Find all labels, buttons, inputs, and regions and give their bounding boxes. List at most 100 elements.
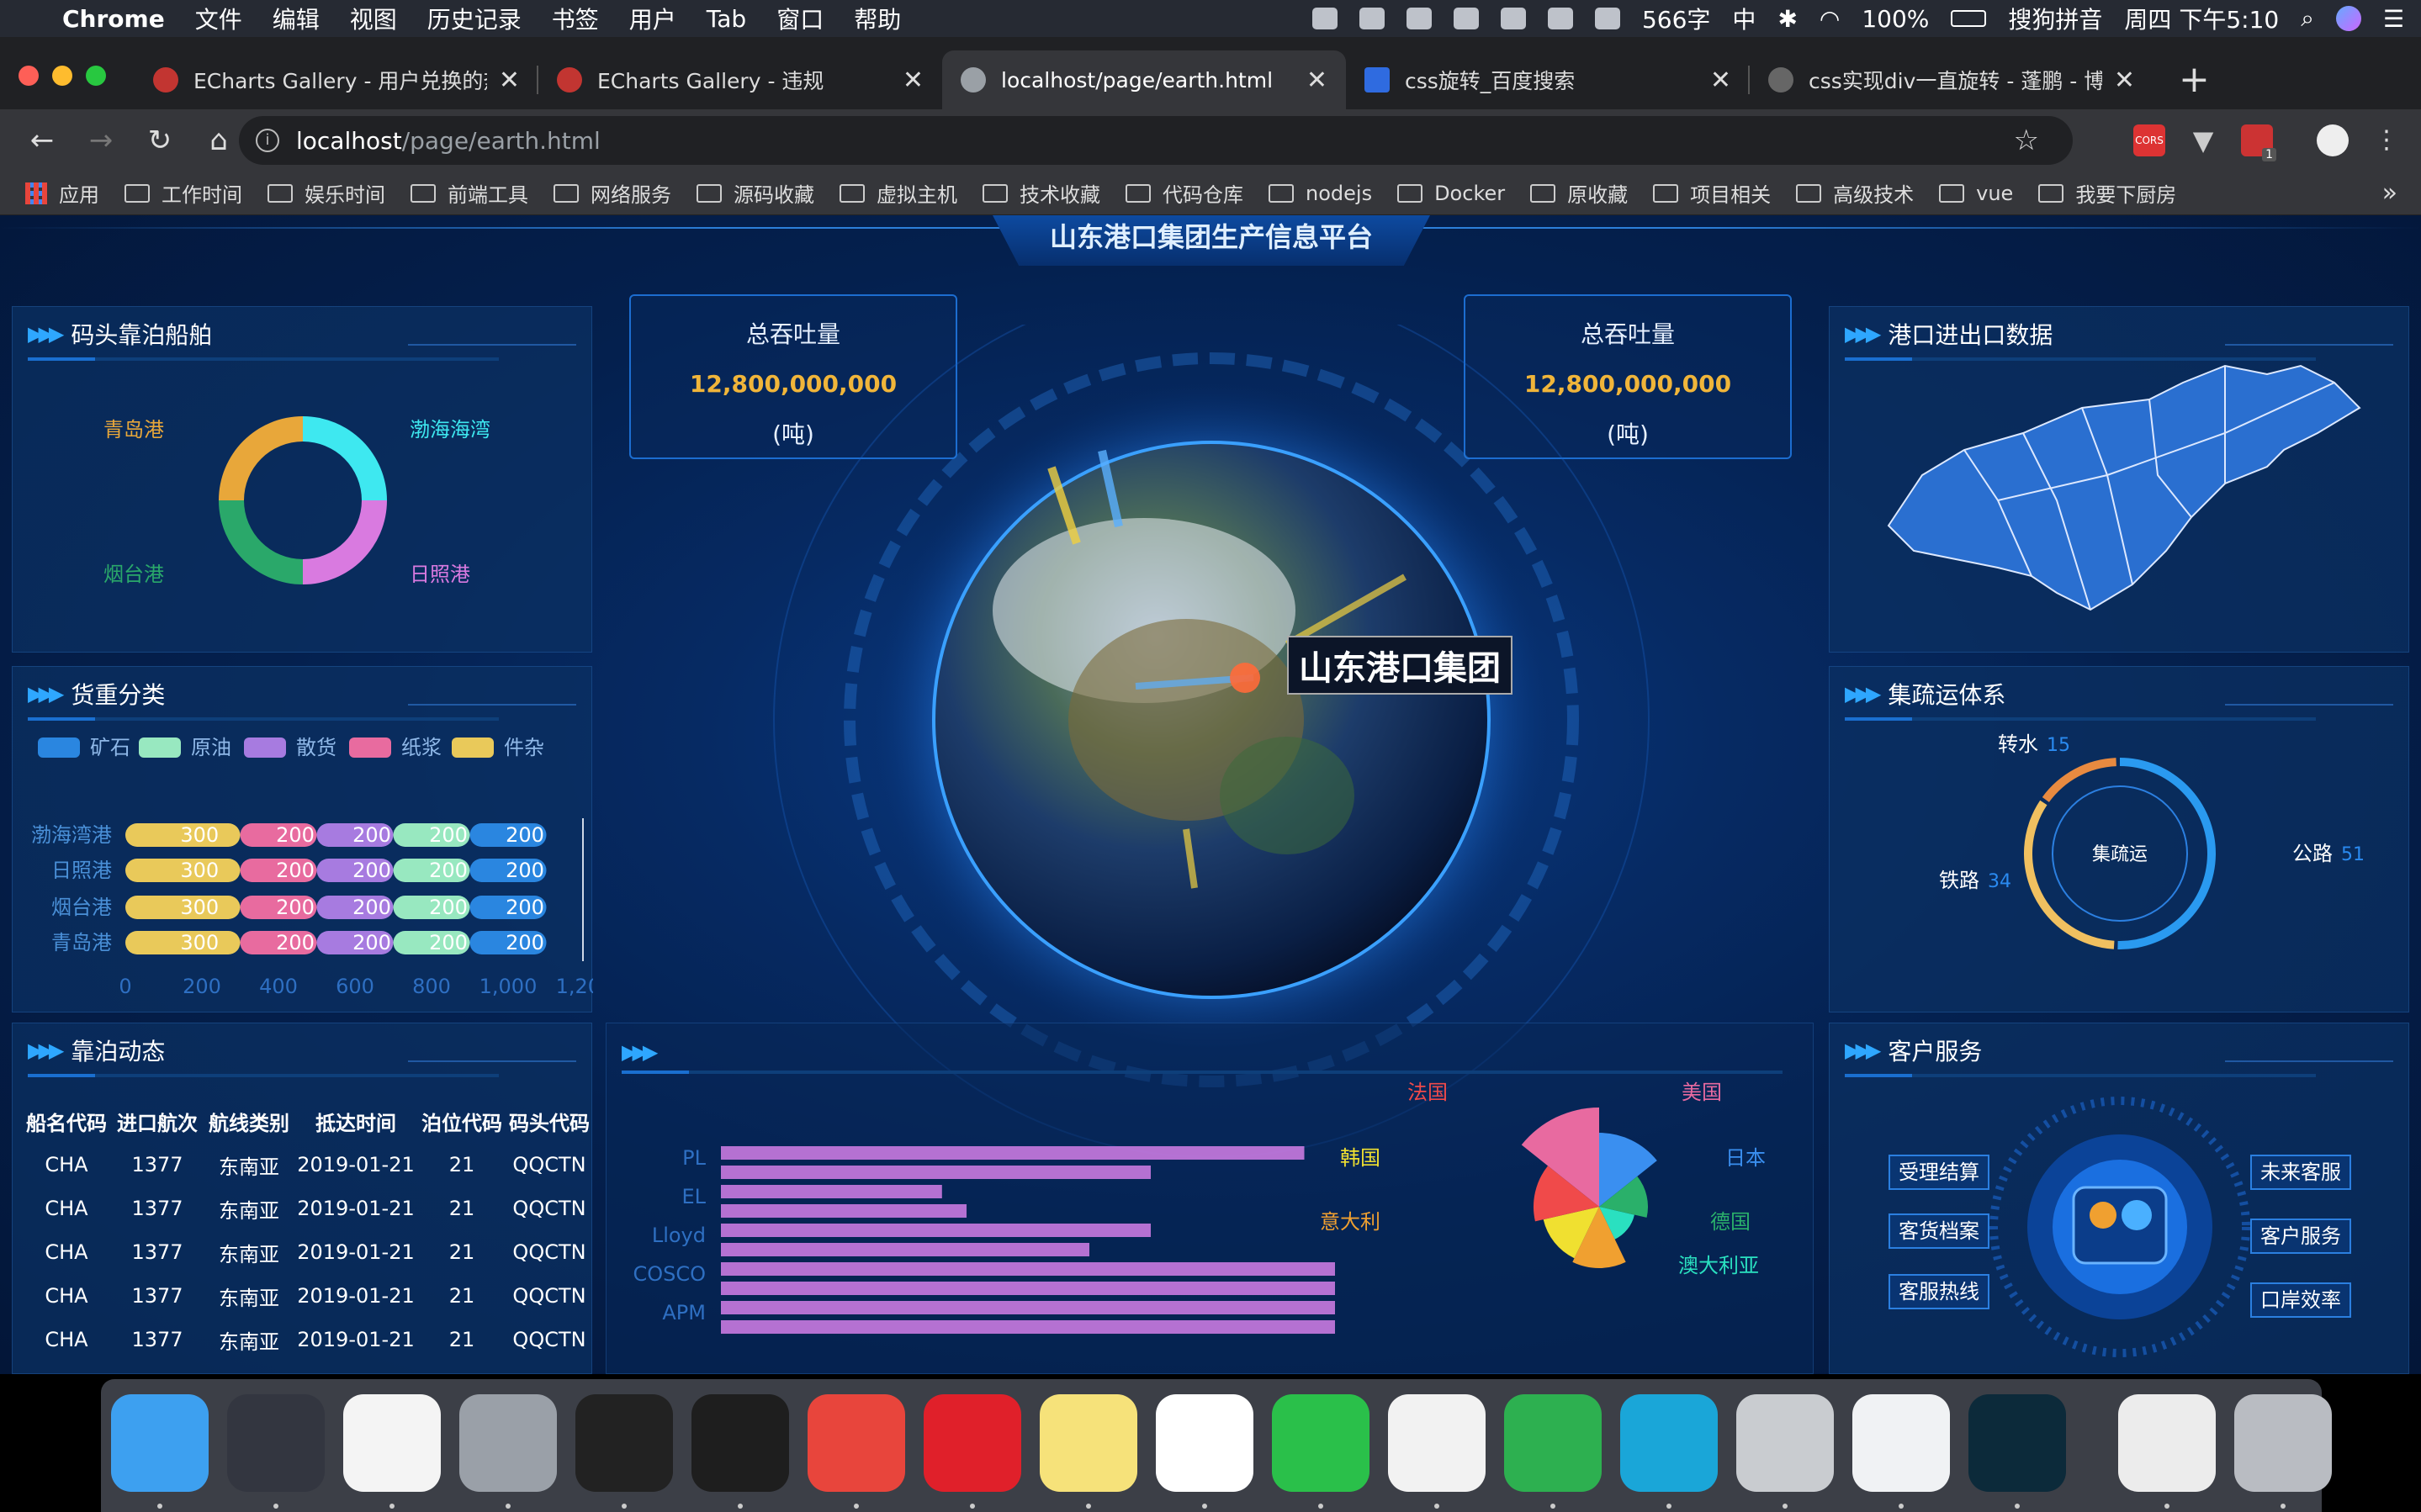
evernote-tray-icon[interactable] [1311, 8, 1338, 29]
tab-baidu[interactable]: css旋转_百度搜索 ✕ [1346, 50, 1750, 109]
shandong-map[interactable] [1830, 307, 2410, 653]
wifi-icon[interactable]: ◠ [1820, 5, 1840, 33]
remote-desktop-dock-icon[interactable] [808, 1394, 905, 1492]
qq-dock-icon[interactable] [1388, 1394, 1486, 1492]
new-tab-icon[interactable]: + [2179, 58, 2210, 101]
clock-dock-icon[interactable] [227, 1394, 325, 1492]
photoshop-dock-icon[interactable] [1968, 1394, 2066, 1492]
bookmark-star-icon[interactable]: ☆ [2014, 124, 2039, 157]
bookmark-folder[interactable]: 技术收藏 [983, 178, 1100, 208]
wechat-dock-icon[interactable] [1272, 1394, 1369, 1492]
bookmark-apps[interactable]: 应用 [25, 178, 99, 208]
close-tab-icon[interactable]: ✕ [499, 66, 520, 95]
notes-dock-icon[interactable] [1040, 1394, 1137, 1492]
notification-tray-icon[interactable] [1547, 8, 1573, 29]
close-tab-icon[interactable]: ✕ [903, 66, 924, 95]
address-bar[interactable]: i localhost/page/earth.html ☆ [239, 116, 2073, 165]
bookmark-folder[interactable]: vue [1939, 182, 2013, 205]
bookmark-folder[interactable]: 网络服务 [554, 178, 671, 208]
zip-dock-icon[interactable] [2118, 1394, 2216, 1492]
menu-app-name[interactable]: Chrome [62, 5, 165, 33]
menu-file[interactable]: 文件 [195, 2, 242, 35]
btn-hotline[interactable]: 客服热线 [1889, 1274, 1989, 1309]
bookmark-folder[interactable]: 原收藏 [1530, 178, 1628, 208]
vue-devtools-icon[interactable]: ▼ [2187, 124, 2219, 156]
profile-avatar[interactable] [2317, 124, 2349, 156]
forward-icon[interactable]: → [84, 124, 118, 157]
cors-extension-icon[interactable]: CORS [2133, 124, 2165, 156]
table-row[interactable]: CHA 1377 东南亚 2019-01-21 21 QQCTN [23, 1274, 595, 1318]
minimize-window-button[interactable] [52, 66, 72, 86]
docker-tray-icon[interactable] [1406, 8, 1432, 29]
bookmark-folder[interactable]: 代码仓库 [1126, 178, 1243, 208]
menu-window[interactable]: 窗口 [776, 2, 824, 35]
btn-settlement[interactable]: 受理结算 [1889, 1155, 1989, 1190]
bookmark-folder[interactable]: 项目相关 [1653, 178, 1771, 208]
bookmark-folder[interactable]: 工作时间 [124, 178, 242, 208]
menu-help[interactable]: 帮助 [854, 2, 901, 35]
menu-bookmarks[interactable]: 书签 [552, 2, 599, 35]
wechat-tray-icon[interactable] [1359, 8, 1385, 29]
bookmark-folder[interactable]: 高级技术 [1796, 178, 1914, 208]
vnc-dock-icon[interactable] [1852, 1394, 1950, 1492]
airplay-tray-icon[interactable] [1500, 8, 1526, 29]
siri-icon[interactable] [2335, 6, 2361, 31]
tab-blog[interactable]: css实现div一直旋转 - 蓬鹏 - 博 ✕ [1750, 50, 2153, 109]
menu-tab[interactable]: Tab [707, 5, 746, 33]
bookmark-folder[interactable]: 我要下厨房 [2038, 178, 2176, 208]
tab-echarts-2[interactable]: ECharts Gallery - 违规 ✕ [538, 50, 942, 109]
table-row[interactable]: CHA 1377 东南亚 2019-01-21 21 QQCTN [23, 1187, 595, 1230]
back-icon[interactable]: ← [25, 124, 59, 157]
site-info-icon[interactable]: i [256, 129, 279, 152]
menu-history[interactable]: 历史记录 [427, 2, 522, 35]
close-tab-icon[interactable]: ✕ [2114, 66, 2135, 95]
code-editor-dock-icon[interactable] [691, 1394, 789, 1492]
table-row[interactable]: CHA 1377 东南亚 2019-01-21 21 QQCTN [23, 1318, 595, 1361]
netease-music-dock-icon[interactable] [924, 1394, 1021, 1492]
notification-center-icon[interactable]: ☰ [2383, 5, 2404, 33]
trash-dock-icon[interactable] [2234, 1394, 2332, 1492]
ime-name[interactable]: 搜狗拼音 [2008, 2, 2102, 35]
more-bookmarks-icon[interactable]: » [2382, 178, 2397, 208]
bookmark-folder[interactable]: nodejs [1269, 182, 1372, 205]
zoom-window-button[interactable] [86, 66, 106, 86]
menu-edit[interactable]: 编辑 [273, 2, 320, 35]
clock[interactable]: 周四 下午5:10 [2124, 2, 2279, 35]
bluetooth-icon[interactable]: ✱ [1777, 5, 1797, 33]
menu-user[interactable]: 用户 [629, 2, 676, 35]
bookmark-folder[interactable]: 源码收藏 [697, 178, 814, 208]
btn-cargo-file[interactable]: 客货档案 [1889, 1213, 1989, 1249]
webstorm-dock-icon[interactable] [1620, 1394, 1718, 1492]
tab-echarts-1[interactable]: ECharts Gallery - 用户兑换的热 ✕ [135, 50, 538, 109]
input-mode[interactable]: 中 [1732, 2, 1756, 35]
display-tray-icon[interactable] [1453, 8, 1479, 29]
bookmark-folder[interactable]: 前端工具 [411, 178, 528, 208]
menu-kebab-icon[interactable]: ⋮ [2371, 124, 2402, 156]
send-tray-icon[interactable] [1594, 8, 1620, 29]
sequel-dock-icon[interactable] [1736, 1394, 1834, 1492]
battery-icon[interactable] [1951, 10, 1987, 27]
close-tab-icon[interactable]: ✕ [1306, 66, 1327, 95]
btn-customer-service[interactable]: 客户服务 [2250, 1219, 2351, 1254]
extension-badge-icon[interactable]: 1 [2241, 124, 2276, 161]
close-tab-icon[interactable]: ✕ [1710, 66, 1731, 95]
menu-view[interactable]: 视图 [350, 2, 397, 35]
home-icon[interactable]: ⌂ [202, 124, 236, 157]
bookmark-folder[interactable]: 娱乐时间 [268, 178, 385, 208]
table-row[interactable]: CHA 1377 东南亚 2019-01-21 21 QQCTN [23, 1143, 595, 1187]
table-row[interactable]: CHA 1377 东南亚 2019-01-21 21 QQCTN [23, 1230, 595, 1274]
evernote-dock-icon[interactable] [1504, 1394, 1602, 1492]
tab-earth-active[interactable]: localhost/page/earth.html ✕ [942, 50, 1346, 109]
launchpad-dock-icon[interactable] [459, 1394, 557, 1492]
spotlight-icon[interactable]: ⌕ [2301, 4, 2314, 33]
btn-port-efficiency[interactable]: 口岸效率 [2250, 1282, 2351, 1318]
terminal-dock-icon[interactable] [575, 1394, 673, 1492]
bookmark-folder[interactable]: Docker [1397, 182, 1505, 205]
bookmark-folder[interactable]: 虚拟主机 [840, 178, 957, 208]
finder-dock-icon[interactable] [111, 1394, 209, 1492]
chrome-dock-icon[interactable] [1156, 1394, 1253, 1492]
mindnode-dock-icon[interactable] [343, 1394, 441, 1492]
close-window-button[interactable] [19, 66, 39, 86]
reload-icon[interactable]: ↻ [143, 124, 177, 157]
btn-future-service[interactable]: 未来客服 [2250, 1155, 2351, 1190]
